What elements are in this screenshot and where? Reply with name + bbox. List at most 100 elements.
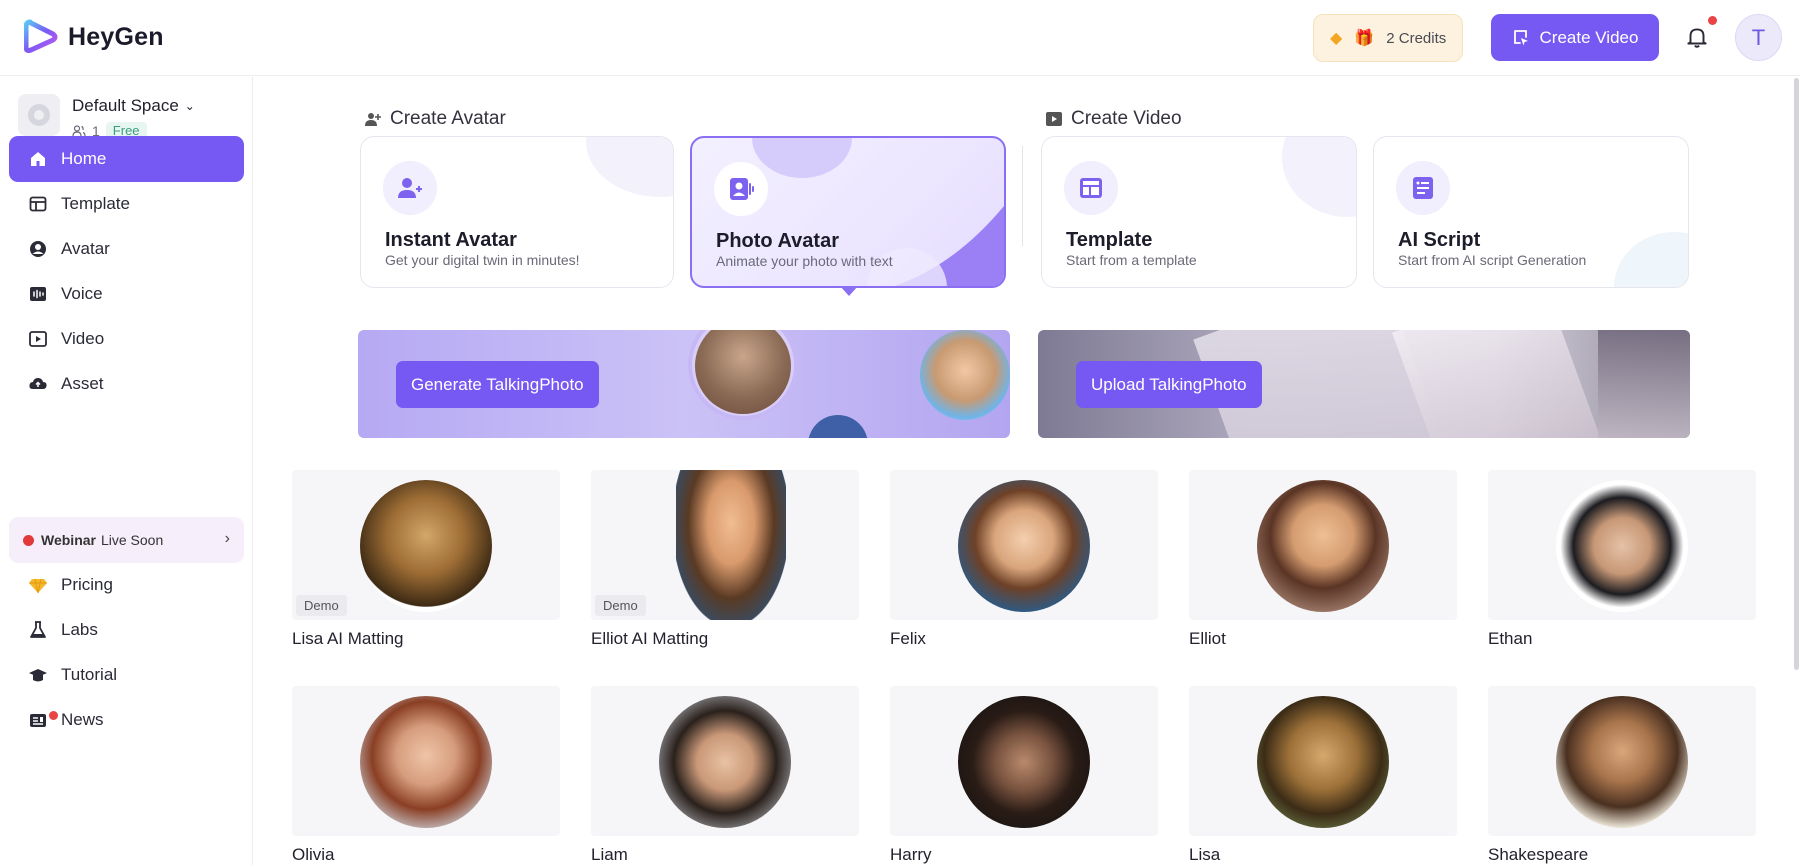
video-icon xyxy=(29,331,47,347)
credits-button[interactable]: ◆ 🎁 2 Credits xyxy=(1313,14,1463,62)
sidebar-item-pricing[interactable]: Pricing xyxy=(9,562,244,608)
sidebar-item-avatar[interactable]: Avatar xyxy=(9,226,244,272)
avatar-name: Liam xyxy=(591,845,628,864)
avatar-name: Shakespeare xyxy=(1488,845,1589,864)
avatar-card[interactable] xyxy=(1488,686,1756,836)
graduation-cap-icon xyxy=(29,669,47,682)
selected-card-pointer xyxy=(840,286,858,296)
instant-avatar-card[interactable]: Instant Avatar Get your digital twin in … xyxy=(360,136,674,288)
space-name: Default Space xyxy=(72,96,179,115)
sidebar-item-label: Video xyxy=(61,329,105,348)
space-logo-icon xyxy=(28,104,50,126)
avatar-card[interactable] xyxy=(890,470,1158,620)
avatar-card[interactable] xyxy=(1488,470,1756,620)
chevron-right-icon: › xyxy=(224,530,230,547)
home-icon xyxy=(31,152,45,166)
sidebar-item-home[interactable]: Home xyxy=(9,136,244,182)
sidebar-item-template[interactable]: Template xyxy=(9,181,244,227)
sidebar-item-label: Labs xyxy=(61,620,98,639)
template-icon xyxy=(29,196,47,212)
sidebar-item-voice[interactable]: Voice xyxy=(9,271,244,317)
avatar-image xyxy=(360,480,492,612)
demo-tag: Demo xyxy=(296,595,347,616)
avatar-image xyxy=(958,696,1090,828)
avatar-image xyxy=(1257,480,1389,612)
avatar-name: Elliot xyxy=(1189,629,1226,648)
card-title: Template xyxy=(1066,229,1153,251)
banner-avatar-image xyxy=(920,330,1010,420)
credits-label: 2 Credits xyxy=(1386,29,1447,47)
vertical-scrollbar[interactable] xyxy=(1794,78,1799,670)
top-header: HeyGen ◆ 🎁 2 Credits Create Video T xyxy=(0,0,1800,76)
avatar-name: Felix xyxy=(890,629,926,648)
app-name: HeyGen xyxy=(68,22,164,51)
generate-talkingphoto-button[interactable]: Generate TalkingPhoto xyxy=(396,361,599,408)
avatar-card[interactable] xyxy=(890,686,1158,836)
banner-decoration xyxy=(1598,330,1690,438)
create-avatar-heading: Create Avatar xyxy=(364,108,506,130)
sidebar-item-news[interactable]: News xyxy=(9,697,244,743)
news-icon xyxy=(30,714,46,727)
card-decoration xyxy=(752,138,852,178)
bell-icon[interactable] xyxy=(1684,24,1710,50)
heygen-logo[interactable]: HeyGen xyxy=(24,18,164,56)
sidebar-item-tutorial[interactable]: Tutorial xyxy=(9,652,244,698)
sidebar: Default Space ⌄ 1 Free Home Template Ava… xyxy=(0,77,253,865)
avatar-name: Lisa AI Matting xyxy=(292,629,404,648)
add-person-icon xyxy=(365,113,381,126)
create-video-heading: Create Video xyxy=(1045,108,1182,130)
webinar-banner[interactable]: Webinar Live Soon › xyxy=(9,517,244,563)
avatar-image xyxy=(1556,480,1688,612)
card-title: Photo Avatar xyxy=(716,230,839,252)
add-person-icon xyxy=(398,178,422,198)
user-avatar[interactable]: T xyxy=(1735,14,1782,61)
play-square-icon xyxy=(1046,112,1062,126)
space-thumbnail xyxy=(18,94,60,136)
avatar-card[interactable] xyxy=(1189,686,1457,836)
sidebar-item-asset[interactable]: Asset xyxy=(9,361,244,407)
avatar-name: Olivia xyxy=(292,845,335,864)
template-card[interactable]: Template Start from a template xyxy=(1041,136,1357,288)
banner-decoration xyxy=(1392,330,1604,438)
sidebar-item-label: Template xyxy=(61,194,130,213)
space-switcher[interactable]: Default Space ⌄ 1 Free xyxy=(18,94,195,139)
upload-talkingphoto-banner[interactable]: Upload TalkingPhoto xyxy=(1038,330,1690,438)
create-video-button[interactable]: Create Video xyxy=(1491,14,1659,61)
sidebar-item-label: Asset xyxy=(61,374,104,393)
photo-avatar-card[interactable]: Photo Avatar Animate your photo with tex… xyxy=(690,136,1006,288)
avatar-card[interactable] xyxy=(1189,470,1457,620)
create-video-section-label: Create Video xyxy=(1071,108,1182,129)
sidebar-item-labs[interactable]: Labs xyxy=(9,607,244,653)
generate-talkingphoto-banner[interactable]: Generate TalkingPhoto xyxy=(358,330,1010,438)
avatar-card[interactable] xyxy=(591,686,859,836)
avatar-image xyxy=(1556,696,1688,828)
banner-decoration xyxy=(808,415,868,438)
sidebar-item-video[interactable]: Video xyxy=(9,316,244,362)
ai-script-icon xyxy=(1413,177,1433,199)
avatar-card[interactable]: Demo xyxy=(292,470,560,620)
card-subtitle: Start from a template xyxy=(1066,252,1197,268)
demo-tag: Demo xyxy=(595,595,646,616)
sidebar-item-label: Pricing xyxy=(61,575,113,594)
sidebar-item-label: Voice xyxy=(61,284,103,303)
ai-script-card[interactable]: AI Script Start from AI script Generatio… xyxy=(1373,136,1689,288)
gift-icon: 🎁 xyxy=(1354,30,1375,47)
avatar-card[interactable] xyxy=(292,686,560,836)
create-avatar-label: Create Avatar xyxy=(390,108,506,129)
webinar-status: Live Soon xyxy=(100,532,164,548)
avatar-image xyxy=(958,480,1090,612)
create-video-label: Create Video xyxy=(1539,27,1639,47)
photo-avatar-icon xyxy=(730,178,754,200)
diamond-icon xyxy=(29,578,47,594)
section-divider xyxy=(1022,146,1023,246)
template-icon xyxy=(1080,178,1102,198)
flask-icon xyxy=(30,621,46,638)
avatar-card[interactable]: Demo xyxy=(591,470,859,620)
upload-talkingphoto-button[interactable]: Upload TalkingPhoto xyxy=(1076,361,1262,408)
chevron-down-icon: ⌄ xyxy=(184,99,195,113)
card-title: AI Script xyxy=(1398,229,1481,251)
card-subtitle: Get your digital twin in minutes! xyxy=(385,252,580,268)
avatar-image xyxy=(676,470,786,620)
news-notification-dot xyxy=(49,711,58,720)
avatar-image xyxy=(659,696,791,828)
